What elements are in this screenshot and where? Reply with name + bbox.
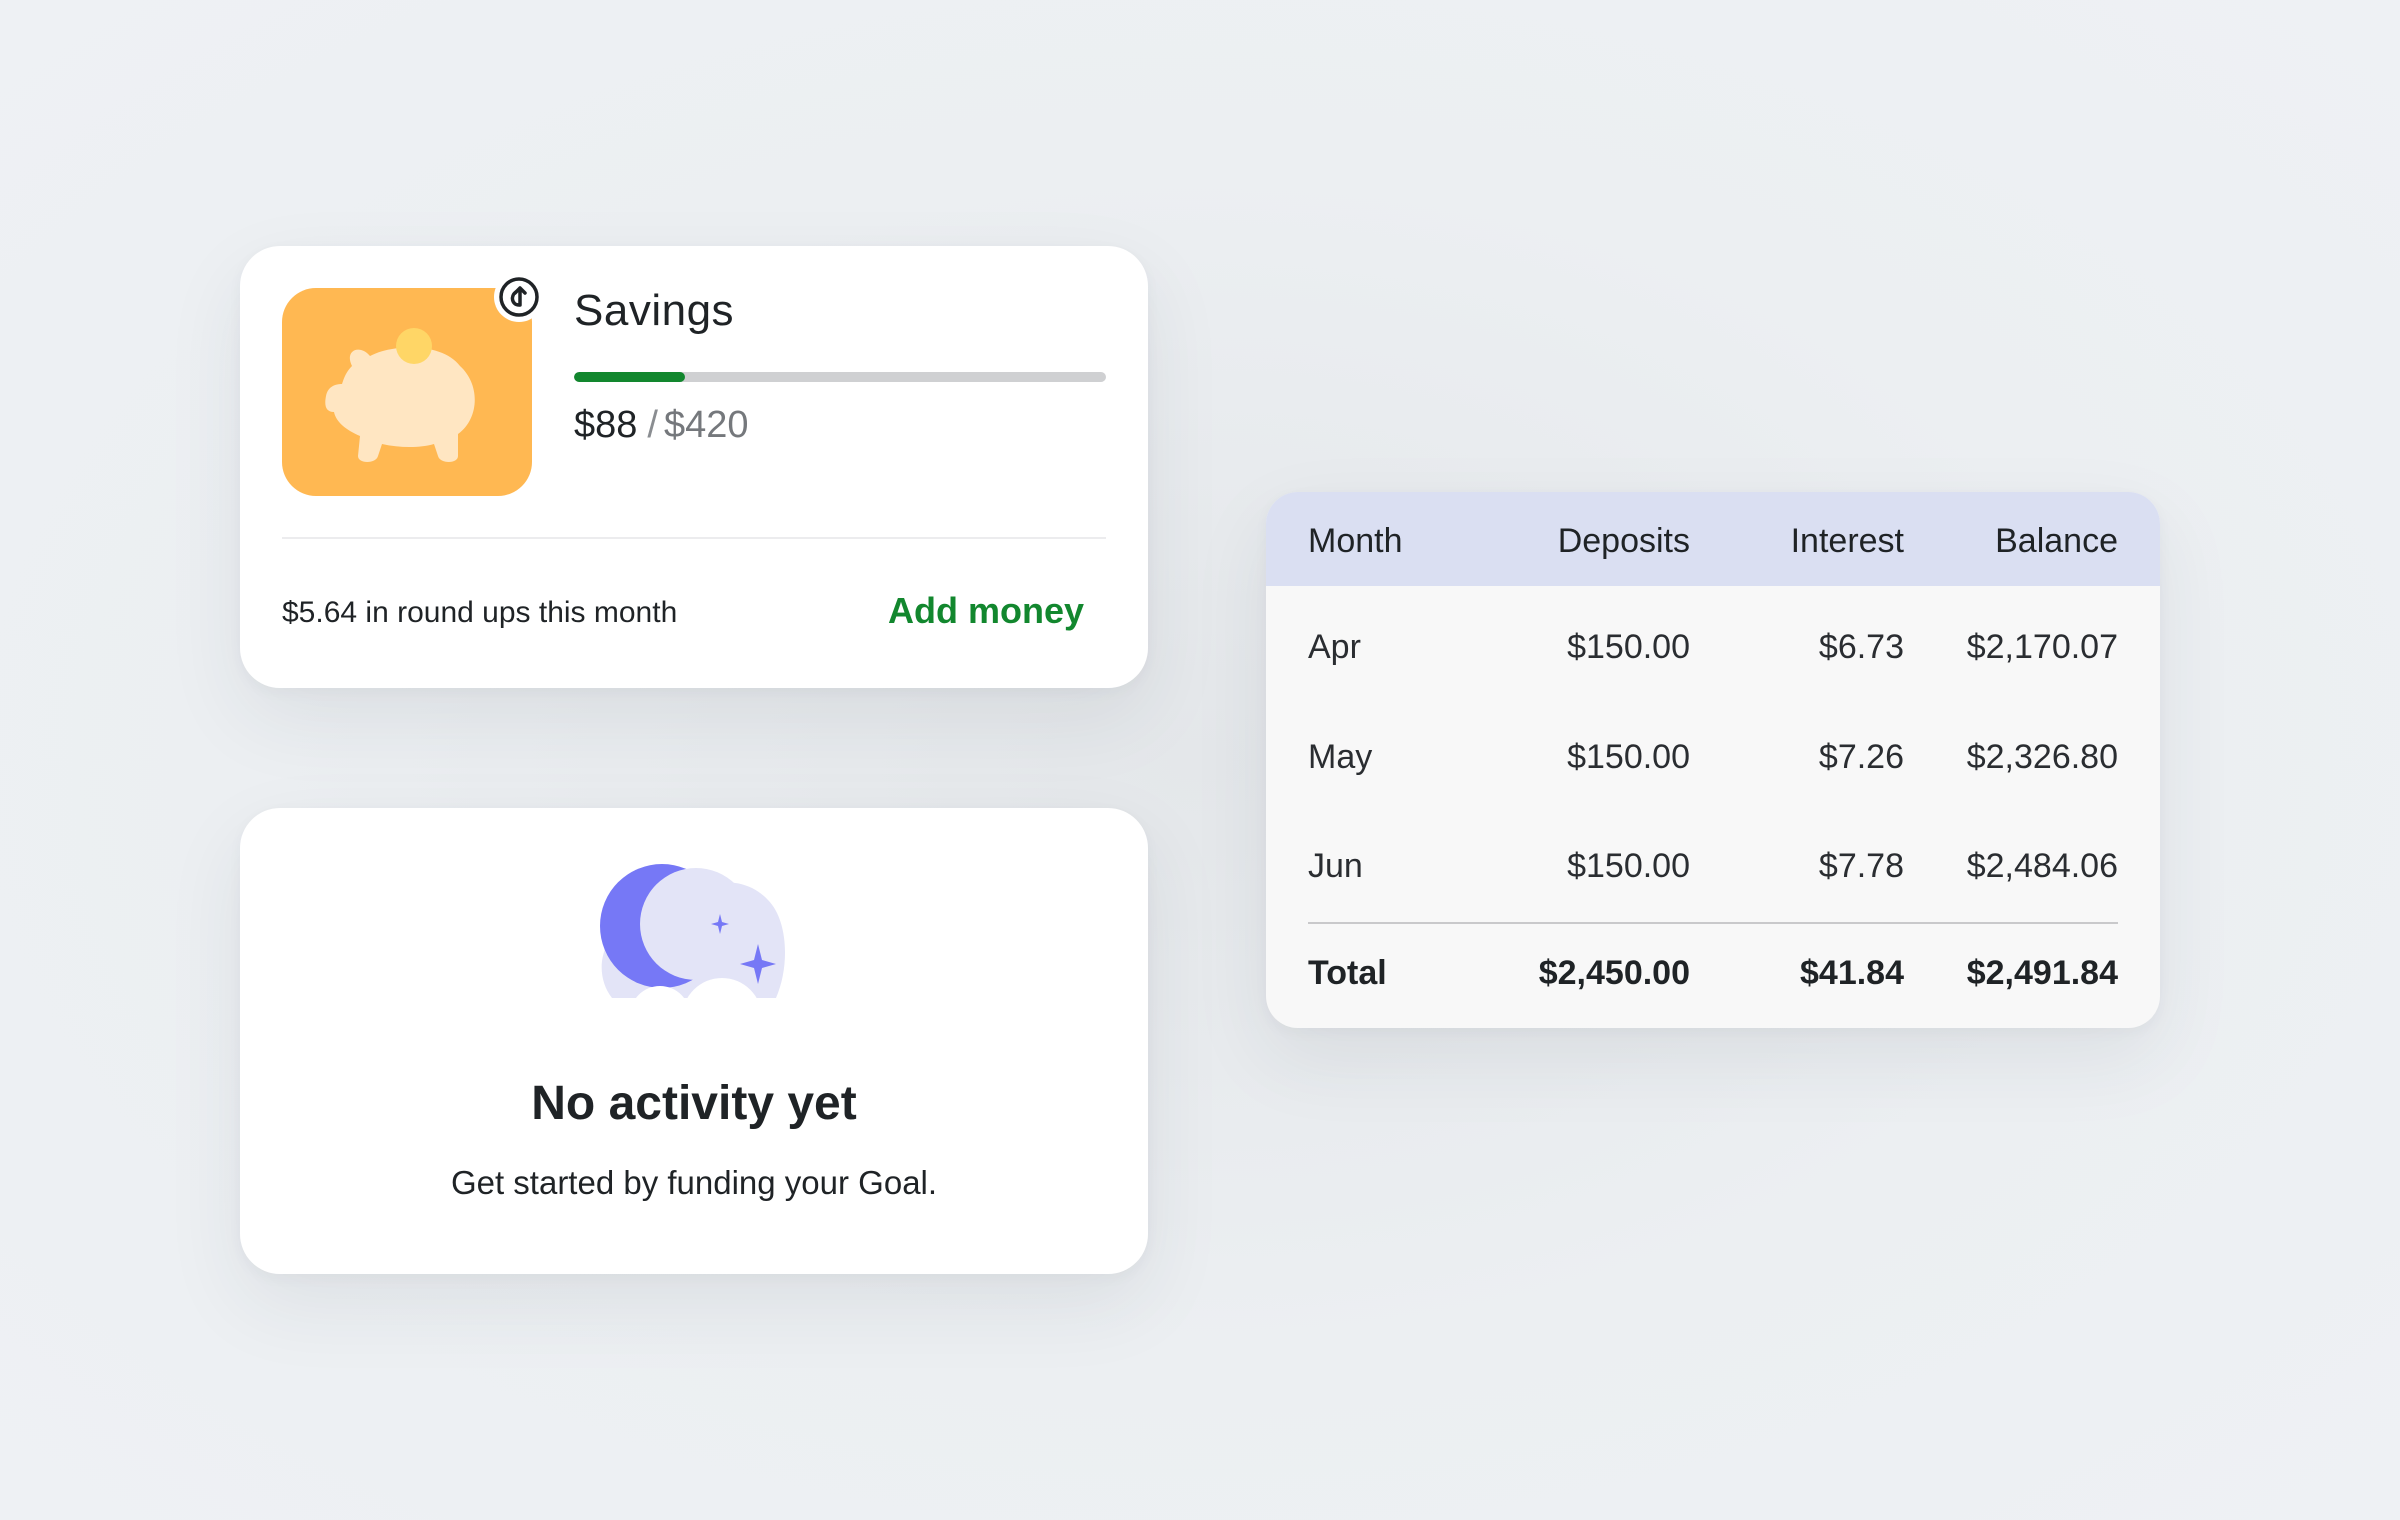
- cell-deposits: $150.00: [1567, 847, 1690, 885]
- card-divider: [282, 537, 1106, 539]
- empty-state-subtitle: Get started by funding your Goal.: [450, 1164, 938, 1201]
- cell-month: Apr: [1308, 628, 1361, 666]
- column-header-month: Month: [1308, 522, 1403, 560]
- cell-balance: $2,326.80: [1966, 738, 2118, 776]
- goal-title: Savings: [574, 286, 735, 335]
- goal-target-amount: $420: [663, 404, 749, 446]
- total-divider: [1308, 922, 2118, 924]
- column-header-balance: Balance: [1995, 522, 2118, 560]
- column-header-deposits: Deposits: [1557, 522, 1690, 560]
- cell-deposits: $150.00: [1567, 738, 1690, 776]
- empty-state-title: No activity yet: [531, 1077, 857, 1130]
- column-header-interest: Interest: [1790, 522, 1904, 560]
- piggy-bank-icon: [325, 328, 475, 462]
- round-up-badge: [494, 272, 544, 322]
- savings-goal-card[interactable]: Savings $88/$420 $5.64 in round ups this…: [240, 246, 1148, 688]
- table-total-row: Total $2,450.00 $41.84 $2,491.84: [1266, 954, 2160, 1014]
- cell-interest: $7.78: [1818, 847, 1904, 885]
- table-row: Apr $150.00 $6.73 $2,170.07: [1266, 628, 2160, 688]
- goal-current-amount: $88: [574, 404, 638, 446]
- cell-interest: $7.26: [1818, 738, 1904, 776]
- cell-month: May: [1308, 738, 1373, 776]
- table-row: May $150.00 $7.26 $2,326.80: [1266, 738, 2160, 798]
- roundups-summary: $5.64 in round ups this month: [282, 596, 678, 629]
- total-interest: $41.84: [1800, 954, 1904, 992]
- cell-balance: $2,170.07: [1966, 628, 2118, 666]
- activity-empty-state-card: No activity yet Get started by funding y…: [240, 808, 1148, 1274]
- interest-table-card: Month Deposits Interest Balance Apr $150…: [1266, 492, 2160, 1028]
- goal-amounts: $88/$420: [574, 404, 749, 447]
- cell-balance: $2,484.06: [1966, 847, 2118, 885]
- table-row: Jun $150.00 $7.78 $2,484.06: [1266, 847, 2160, 907]
- total-balance: $2,491.84: [1966, 954, 2118, 992]
- cell-interest: $6.73: [1818, 628, 1904, 666]
- round-up-icon: [499, 277, 539, 317]
- goal-progress-fill: [574, 372, 686, 382]
- goal-icon-tile: [282, 288, 532, 496]
- table-header: Month Deposits Interest Balance: [1266, 492, 2160, 586]
- cell-deposits: $150.00: [1567, 628, 1690, 666]
- add-money-button[interactable]: Add money: [888, 590, 1084, 632]
- goal-progress-bar: [574, 372, 1106, 382]
- moon-stars-icon: [600, 864, 786, 1018]
- goal-amount-separator: /: [647, 404, 658, 446]
- total-deposits: $2,450.00: [1538, 954, 1690, 992]
- total-label: Total: [1308, 954, 1387, 992]
- cell-month: Jun: [1308, 847, 1363, 885]
